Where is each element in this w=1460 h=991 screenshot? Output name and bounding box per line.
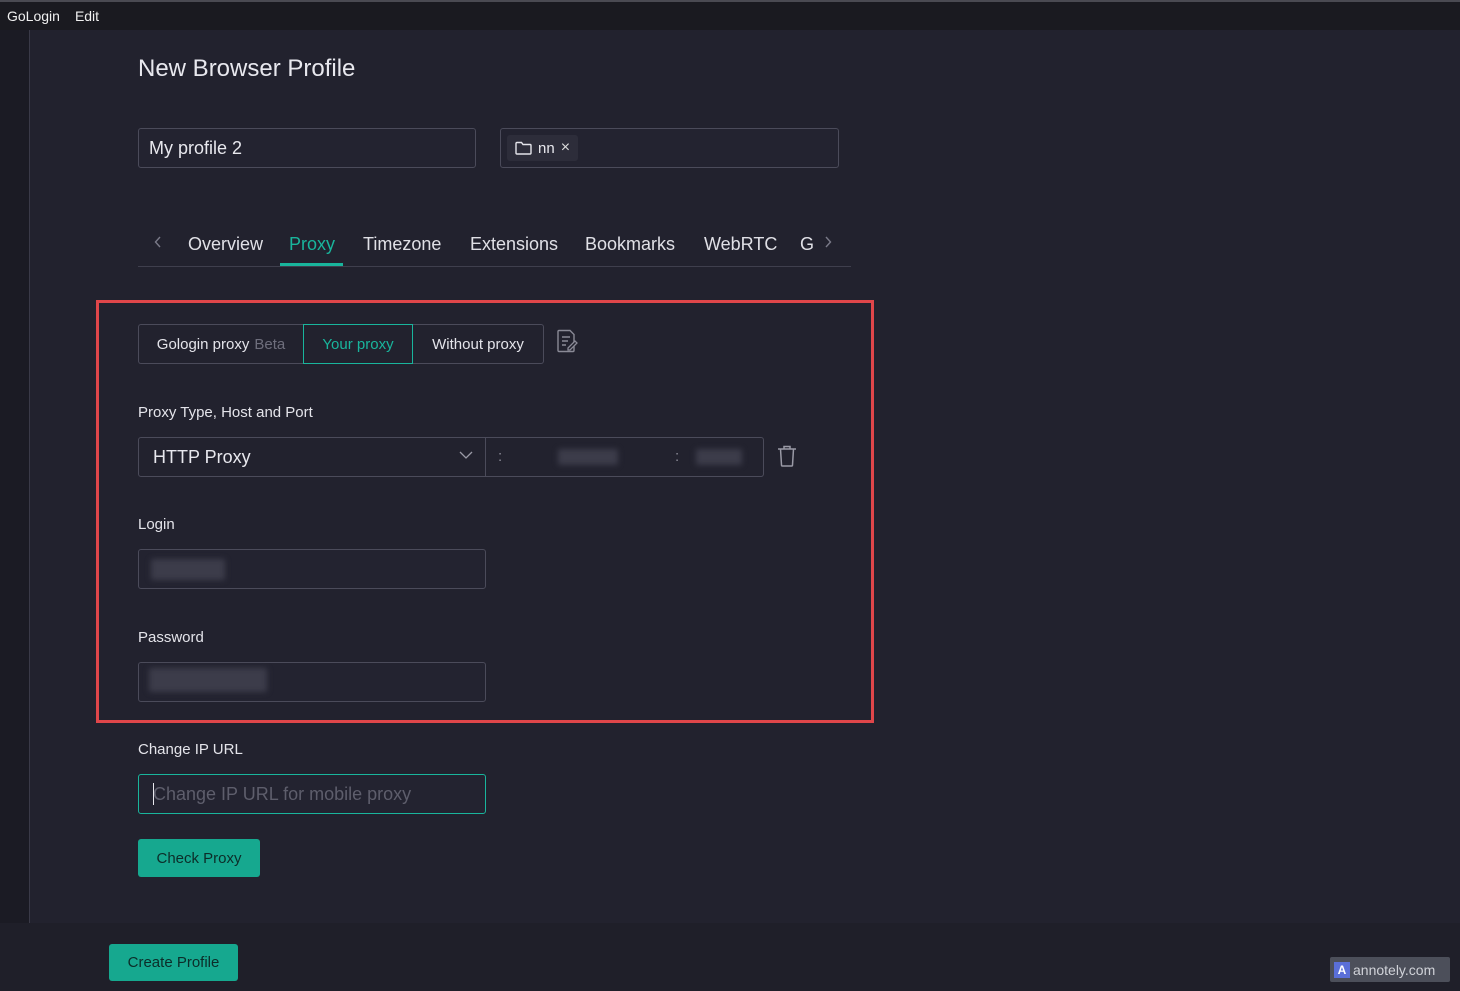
profile-name-field[interactable]: My profile 2 [138,128,476,168]
chevron-right-icon[interactable] [824,235,832,253]
tab-timezone[interactable]: Timezone [363,234,441,255]
folder-select-field[interactable]: nn × [500,128,839,168]
password-label: Password [138,629,204,646]
folder-tag-remove-icon[interactable]: × [561,139,570,157]
proxy-host-port-input[interactable]: : : [486,438,763,476]
watermark-logo-icon: A [1334,961,1350,978]
beta-badge: Beta [254,335,286,353]
redacted-host [558,449,618,465]
menu-bar: GoLogin Edit [0,0,1460,30]
proxy-mode-switch: Gologin proxy Beta Your proxy Without pr… [138,324,544,364]
without-proxy-option[interactable]: Without proxy [413,324,544,364]
left-sidebar-gutter [0,30,30,923]
login-label: Login [138,516,175,533]
active-tab-indicator [280,263,343,266]
folder-tag: nn × [507,135,579,161]
watermark: A annotely.com [1330,957,1450,982]
proxy-config-row: HTTP Proxy : : [138,437,764,477]
proxy-type-select[interactable]: HTTP Proxy [139,438,486,476]
chevron-left-icon[interactable] [154,235,162,253]
proxy-type-value: HTTP Proxy [153,446,251,467]
change-ip-url-input[interactable] [138,774,486,814]
redacted-login [151,559,225,580]
profile-tabs: Overview Proxy Timezone Extensions Bookm… [138,226,851,267]
tab-overview[interactable]: Overview [188,234,263,255]
notes-icon[interactable] [556,329,578,353]
password-input[interactable] [138,662,486,702]
gologin-proxy-label: Gologin proxy [156,335,250,353]
login-input[interactable] [138,549,486,589]
trash-icon[interactable] [777,445,797,467]
folder-icon [515,141,532,155]
tab-g-truncated[interactable]: G [800,234,814,255]
gologin-proxy-option[interactable]: Gologin proxy Beta [138,324,303,364]
your-proxy-option[interactable]: Your proxy [303,324,413,364]
proxy-type-host-port-label: Proxy Type, Host and Port [138,404,313,421]
profile-name-value: My profile 2 [149,137,243,158]
watermark-text: annotely.com [1353,961,1436,978]
redacted-port [696,449,742,465]
your-proxy-label: Your proxy [322,335,394,353]
check-proxy-button[interactable]: Check Proxy [138,839,260,877]
host-separator: : [498,448,503,465]
change-ip-url-label: Change IP URL [138,741,243,758]
port-separator: : [675,448,680,465]
redacted-password [149,668,267,692]
page-title: New Browser Profile [138,55,356,82]
without-proxy-label: Without proxy [432,335,524,353]
tab-extensions[interactable]: Extensions [470,234,558,255]
create-profile-button[interactable]: Create Profile [109,944,238,981]
tab-proxy[interactable]: Proxy [289,234,335,255]
folder-tag-label: nn [538,139,555,157]
tab-webrtc[interactable]: WebRTC [704,234,777,255]
menu-gologin[interactable]: GoLogin [7,8,60,24]
menu-edit[interactable]: Edit [75,8,99,24]
chevron-down-icon [459,451,473,459]
tab-bookmarks[interactable]: Bookmarks [585,234,675,255]
text-cursor [153,783,154,805]
